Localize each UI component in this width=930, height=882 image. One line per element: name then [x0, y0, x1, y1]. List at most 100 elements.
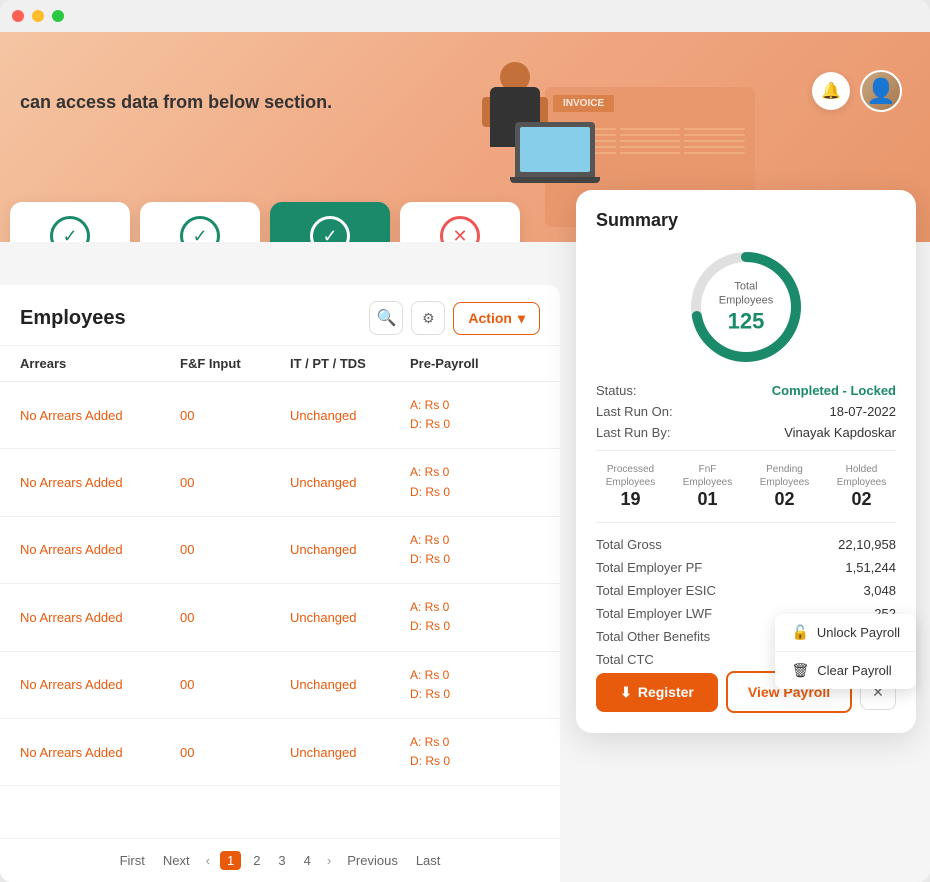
employee-stats: ProcessedEmployees 19 FnFEmployees 01 Pe… [596, 463, 896, 510]
unlock-payroll-item[interactable]: 🔓 Unlock Payroll [775, 614, 916, 652]
table-row[interactable]: No Arrears Added 00 Unchanged A: Rs 0D: … [0, 449, 560, 516]
close-window-button[interactable] [12, 10, 24, 22]
stat-fnf: FnFEmployees 01 [673, 463, 742, 510]
last-run-on-row: Last Run On: 18-07-2022 [596, 404, 896, 419]
ff-input-cell: 00 [180, 408, 290, 423]
pre-payroll-cell: A: Rs 0D: Rs 0 [410, 531, 540, 569]
header-actions: 🔍 ⚙ Action ▾ [369, 301, 540, 335]
fnf-value: 01 [673, 489, 742, 510]
progress-card-april22[interactable]: ✕ Incomplete April 22 — [400, 202, 520, 242]
pending-value: 02 [750, 489, 819, 510]
clear-payroll-item[interactable]: 🗑 Clear Payroll [775, 652, 916, 689]
table-row[interactable]: No Arrears Added 00 Unchanged A: Rs 0D: … [0, 382, 560, 449]
chevron-down-icon: ▾ [518, 310, 525, 327]
table-body: No Arrears Added 00 Unchanged A: Rs 0D: … [0, 382, 560, 839]
table-row[interactable]: No Arrears Added 00 Unchanged A: Rs 0D: … [0, 652, 560, 719]
action-dropdown-button[interactable]: Action ▾ [453, 302, 540, 335]
pagination-page-3[interactable]: 3 [272, 851, 291, 870]
table-row[interactable]: No Arrears Added 00 Unchanged A: Rs 0D: … [0, 719, 560, 786]
arrears-cell: No Arrears Added [20, 610, 180, 625]
app-window: can access data from below section. INVO… [0, 0, 930, 882]
pre-payroll-cell: A: Rs 0D: Rs 0 [410, 598, 540, 636]
progress-cards-row: ✓ Completed July 22 Rs. 17,17,692 ✓ Comp… [10, 202, 562, 242]
employees-title: Employees [20, 307, 126, 330]
progress-card-july22[interactable]: ✓ Completed July 22 Rs. 17,17,692 [10, 202, 130, 242]
pagination-page-1[interactable]: 1 [220, 851, 241, 870]
arrears-cell: No Arrears Added [20, 542, 180, 557]
ff-input-cell: 00 [180, 745, 290, 760]
pre-payroll-cell: A: Rs 0D: Rs 0 [410, 666, 540, 704]
action-label: Action [468, 310, 512, 326]
divider-1 [596, 450, 896, 451]
pagination-prev-arrow[interactable]: ‹ [202, 851, 214, 870]
financial-row: Total Gross 22,10,958 [596, 533, 896, 556]
table-header: Arrears F&F Input IT / PT / TDS Pre-Payr… [0, 346, 560, 382]
divider-2 [596, 522, 896, 523]
pre-payroll-cell: A: Rs 0D: Rs 0 [410, 463, 540, 501]
completed-icon-august22: ✓ [180, 216, 220, 242]
status-value: Completed - Locked [772, 383, 896, 398]
total-employees-label: TotalEmployees [719, 280, 773, 309]
register-button[interactable]: ⬇ Register [596, 673, 718, 712]
pagination: First Next ‹ 1 2 3 4 › Previous Last [0, 838, 560, 882]
clear-payroll-label: Clear Payroll [817, 663, 891, 678]
it-pt-tds-cell: Unchanged [290, 542, 410, 557]
fin-value: 22,10,958 [838, 537, 896, 552]
ff-input-cell: 00 [180, 475, 290, 490]
stat-processed: ProcessedEmployees 19 [596, 463, 665, 510]
pagination-page-4[interactable]: 4 [298, 851, 317, 870]
pagination-next-arrow[interactable]: › [323, 851, 335, 870]
filter-icon: ⚙ [422, 310, 435, 327]
last-run-by-row: Last Run By: Vinayak Kapdoskar [596, 425, 896, 440]
donut-chart: TotalEmployees 125 [686, 247, 806, 367]
pagination-next[interactable]: Next [157, 851, 196, 870]
avatar[interactable]: 👤 [860, 70, 902, 112]
laptop-illustration [515, 122, 600, 183]
pagination-page-2[interactable]: 2 [247, 851, 266, 870]
incomplete-icon-april22: ✕ [440, 216, 480, 242]
pre-payroll-cell: A: Rs 0D: Rs 0 [410, 733, 540, 771]
minimize-window-button[interactable] [32, 10, 44, 22]
col-header-ff-input: F&F Input [180, 356, 290, 371]
completed-icon-september22: ✓ [310, 216, 350, 242]
pagination-first[interactable]: First [114, 851, 151, 870]
pagination-previous[interactable]: Previous [341, 851, 404, 870]
filter-button[interactable]: ⚙ [411, 301, 445, 335]
fin-label: Total Gross [596, 537, 662, 552]
last-run-by-value: Vinayak Kapdoskar [784, 425, 896, 440]
it-pt-tds-cell: Unchanged [290, 408, 410, 423]
holded-label: HoldedEmployees [827, 463, 896, 489]
ff-input-cell: 00 [180, 610, 290, 625]
fin-label: Total Employer LWF [596, 606, 712, 621]
employees-section: Employees 🔍 ⚙ Action ▾ Arrears F&F Input… [0, 285, 560, 882]
arrears-cell: No Arrears Added [20, 677, 180, 692]
unlock-dropdown: 🔓 Unlock Payroll 🗑 Clear Payroll [775, 614, 916, 689]
bell-icon: 🔔 [821, 81, 841, 101]
pre-payroll-cell: A: Rs 0D: Rs 0 [410, 396, 540, 434]
ff-input-cell: 00 [180, 542, 290, 557]
arrears-cell: No Arrears Added [20, 475, 180, 490]
last-run-on-label: Last Run On: [596, 404, 673, 419]
notification-button[interactable]: 🔔 [812, 72, 850, 110]
fnf-label: FnFEmployees [673, 463, 742, 489]
financial-row: Total Employer PF 1,51,244 [596, 556, 896, 579]
processed-value: 19 [596, 489, 665, 510]
summary-panel: Summary TotalEmployees 125 Status: Compl… [576, 190, 916, 733]
fin-label: Total Other Benefits [596, 629, 710, 644]
last-run-on-value: 18-07-2022 [830, 404, 897, 419]
maximize-window-button[interactable] [52, 10, 64, 22]
completed-icon-july22: ✓ [50, 216, 90, 242]
progress-card-august22[interactable]: ✓ Completed August 22 Rs. 17,17,692 [140, 202, 260, 242]
col-header-arrears: Arrears [20, 356, 180, 371]
progress-card-september22[interactable]: ✓ Completed September 22 Rs. 17,17,692 [270, 202, 390, 242]
status-row: Status: Completed - Locked [596, 383, 896, 398]
fin-value: 1,51,244 [845, 560, 896, 575]
ff-input-cell: 00 [180, 677, 290, 692]
it-pt-tds-cell: Unchanged [290, 475, 410, 490]
search-button[interactable]: 🔍 [369, 301, 403, 335]
financial-row: Total Employer ESIC 3,048 [596, 579, 896, 602]
table-row[interactable]: No Arrears Added 00 Unchanged A: Rs 0D: … [0, 517, 560, 584]
table-row[interactable]: No Arrears Added 00 Unchanged A: Rs 0D: … [0, 584, 560, 651]
hero-text: can access data from below section. [20, 92, 332, 113]
pagination-last[interactable]: Last [410, 851, 447, 870]
